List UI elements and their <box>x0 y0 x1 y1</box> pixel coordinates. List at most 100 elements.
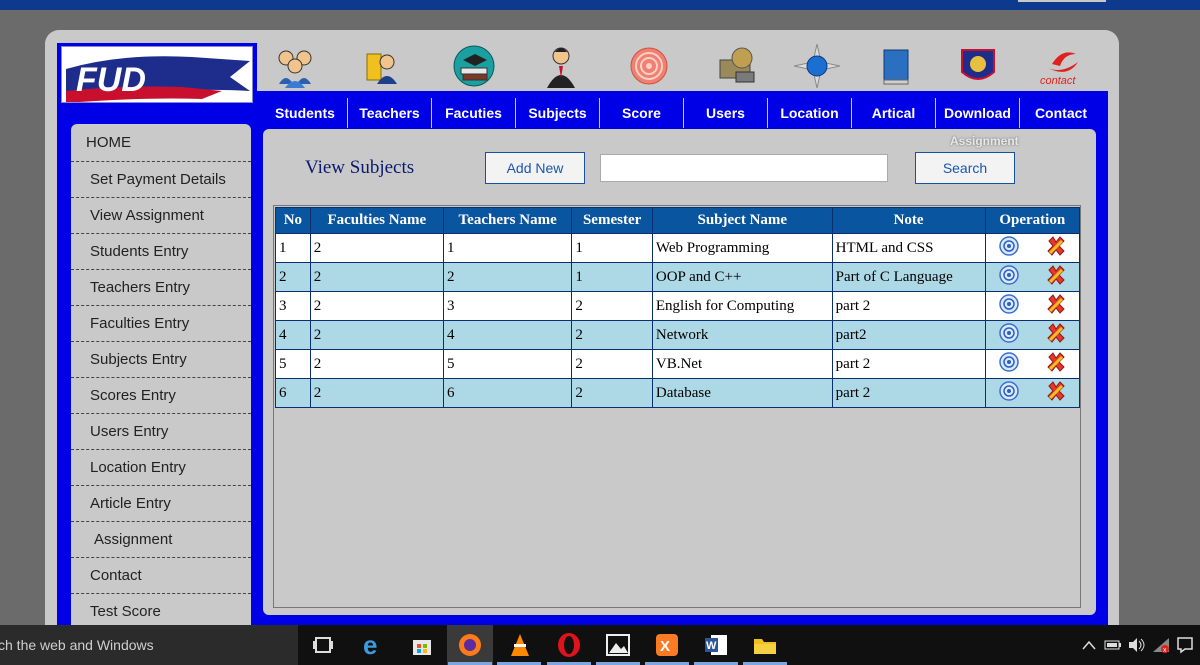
cell-teachers-name: 4 <box>442 320 573 350</box>
delete-icon[interactable] <box>1045 235 1067 262</box>
cell-operation <box>984 349 1081 379</box>
sidebar-item-article-entry[interactable]: Article Entry <box>71 486 251 522</box>
article-icon[interactable] <box>873 44 919 88</box>
teachers-icon[interactable] <box>360 44 406 88</box>
delete-icon[interactable] <box>1045 351 1067 378</box>
cell-no: 3 <box>275 291 311 321</box>
cell-faculties-name: 2 <box>309 262 444 292</box>
nav-score[interactable]: Score <box>600 98 684 128</box>
svg-text:X: X <box>660 638 670 655</box>
xampp-icon[interactable]: X <box>652 630 682 660</box>
subjects-icon[interactable] <box>538 44 584 88</box>
chevron-up-icon[interactable] <box>1078 630 1100 660</box>
taskbar-search[interactable]: ch the web and Windows <box>0 625 298 665</box>
cell-faculties-name: 2 <box>309 320 444 350</box>
search-input[interactable] <box>600 154 888 182</box>
sidebar-item-users-entry[interactable]: Users Entry <box>71 414 251 450</box>
cell-subject-name: Network <box>651 320 833 350</box>
cell-faculties-name: 2 <box>309 233 444 263</box>
file-explorer-icon[interactable] <box>750 630 780 660</box>
edit-icon[interactable] <box>998 322 1020 349</box>
nav-download-assignment[interactable]: Assignment <box>950 134 1019 148</box>
svg-text:e: e <box>363 632 377 658</box>
col-operation: Operation <box>984 207 1081 234</box>
sidebar-item-students-entry[interactable]: Students Entry <box>71 234 251 270</box>
delete-icon[interactable] <box>1045 322 1067 349</box>
task-view-icon[interactable] <box>308 630 338 660</box>
cell-operation <box>984 291 1081 321</box>
sidebar-item-view-assignment[interactable]: View Assignment <box>71 198 251 234</box>
col-teachers-name: Teachers Name <box>442 207 573 234</box>
table-row: 1 2 1 1 Web Programming HTML and CSS <box>275 233 1081 263</box>
nav-faculties[interactable]: Facuties <box>432 98 516 128</box>
col-semester: Semester <box>571 207 653 234</box>
contact-icon-label: contact <box>1040 75 1076 87</box>
cell-no: 4 <box>275 320 311 350</box>
cell-note: HTML and CSS <box>831 233 986 263</box>
cell-subject-name: OOP and C++ <box>651 262 833 292</box>
cell-semester: 1 <box>571 262 653 292</box>
vlc-icon[interactable] <box>505 630 535 660</box>
sidebar-item-assignment[interactable]: Assignment <box>71 522 251 558</box>
volume-icon[interactable] <box>1126 630 1148 660</box>
delete-icon[interactable] <box>1045 293 1067 320</box>
word-icon[interactable]: W <box>701 630 731 660</box>
contact-icon[interactable]: contact <box>1038 44 1086 88</box>
col-no: No <box>275 207 311 234</box>
sidebar-item-faculties-entry[interactable]: Faculties Entry <box>71 306 251 342</box>
score-icon[interactable] <box>626 44 672 88</box>
faculties-icon[interactable] <box>451 44 497 88</box>
edit-icon[interactable] <box>998 293 1020 320</box>
sidebar-item-contact[interactable]: Contact <box>71 558 251 594</box>
page-title: View Subjects <box>305 157 415 178</box>
sidebar-item-set-payment-details[interactable]: Set Payment Details <box>71 162 251 198</box>
cell-subject-name: VB.Net <box>651 349 833 379</box>
cell-faculties-name: 2 <box>309 349 444 379</box>
nav-teachers[interactable]: Teachers <box>348 98 432 128</box>
nav-contact[interactable]: Contact <box>1020 98 1102 128</box>
edge-icon[interactable]: e <box>359 630 389 660</box>
students-icon[interactable] <box>272 44 318 88</box>
edit-icon[interactable] <box>998 235 1020 262</box>
location-icon[interactable] <box>794 44 840 88</box>
cell-semester: 2 <box>571 320 653 350</box>
nav-students[interactable]: Students <box>263 98 348 128</box>
delete-icon[interactable] <box>1045 264 1067 291</box>
battery-icon[interactable] <box>1102 630 1124 660</box>
nav-users[interactable]: Users <box>684 98 768 128</box>
nav-location[interactable]: Location <box>768 98 852 128</box>
nav-article[interactable]: Artical <box>852 98 936 128</box>
svg-text:x: x <box>1163 647 1167 654</box>
opera-icon[interactable] <box>554 630 584 660</box>
sidebar-item-location-entry[interactable]: Location Entry <box>71 450 251 486</box>
add-new-button[interactable]: Add New <box>485 152 585 184</box>
edit-icon[interactable] <box>998 380 1020 407</box>
photos-icon[interactable] <box>603 630 633 660</box>
nav-download[interactable]: Download <box>936 98 1020 128</box>
edit-icon[interactable] <box>998 264 1020 291</box>
cell-no: 2 <box>275 262 311 292</box>
store-icon[interactable] <box>407 630 437 660</box>
network-disconnected-icon[interactable]: x <box>1150 630 1172 660</box>
firefox-icon[interactable] <box>455 630 485 660</box>
table-row: 6 2 6 2 Database part 2 <box>275 378 1081 408</box>
search-button[interactable]: Search <box>915 152 1015 184</box>
site-logo[interactable]: FUD <box>61 46 253 103</box>
delete-icon[interactable] <box>1045 380 1067 407</box>
sidebar-item-home[interactable]: HOME <box>71 124 251 162</box>
table-row: 4 2 4 2 Network part2 <box>275 320 1081 350</box>
notifications-icon[interactable] <box>1174 630 1196 660</box>
sidebar-item-subjects-entry[interactable]: Subjects Entry <box>71 342 251 378</box>
table-row: 5 2 5 2 VB.Net part 2 <box>275 349 1081 379</box>
nav-subjects[interactable]: Subjects <box>516 98 600 128</box>
users-icon[interactable] <box>714 44 760 88</box>
cell-operation <box>984 320 1081 350</box>
taskbar-search-text: ch the web and Windows <box>0 637 154 653</box>
sidebar-item-scores-entry[interactable]: Scores Entry <box>71 378 251 414</box>
download-icon[interactable] <box>955 44 1001 88</box>
col-faculties-name: Faculties Name <box>309 207 444 234</box>
sidebar-item-test-score[interactable]: Test Score <box>71 594 251 629</box>
cell-teachers-name: 5 <box>442 349 573 379</box>
sidebar-item-teachers-entry[interactable]: Teachers Entry <box>71 270 251 306</box>
edit-icon[interactable] <box>998 351 1020 378</box>
